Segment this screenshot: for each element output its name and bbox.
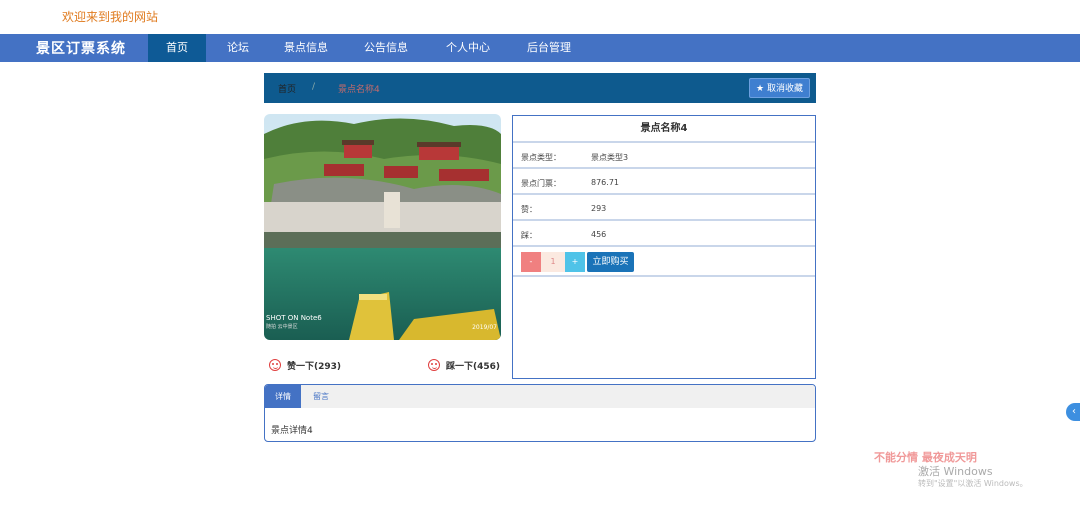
tab-comments[interactable]: 留言 xyxy=(301,385,341,408)
activate-windows-hint: 转到"设置"以激活 Windows。 xyxy=(918,479,1028,488)
smiley-face-icon xyxy=(269,359,281,371)
star-icon: ★ xyxy=(756,84,765,94)
tab-details[interactable]: 详情 xyxy=(265,385,301,408)
breadcrumb-current: 景点名称4 xyxy=(338,85,380,95)
info-key: 景点门票： xyxy=(521,179,561,188)
smiley-face-icon xyxy=(428,359,440,371)
attraction-photo: SHOT ON Note6 随拍 云中景区 2019/07 xyxy=(264,114,501,340)
dislike-label: 踩一下(456) xyxy=(446,361,501,372)
site-brand[interactable]: 景区订票系统 xyxy=(36,38,126,58)
breadcrumb: 首页 / 景点名称4 ★ 取消收藏 xyxy=(264,73,816,103)
attraction-info-panel: 景点名称4 景点类型： 景点类型3 景点门票： 876.71 赞： 293 踩：… xyxy=(512,115,816,379)
info-row-likes: 赞： 293 xyxy=(513,195,815,221)
info-value: 293 xyxy=(591,204,607,213)
purchase-row: - 1 + 立即购买 xyxy=(513,247,815,277)
info-row-type: 景点类型： 景点类型3 xyxy=(513,143,815,169)
info-value: 景点类型3 xyxy=(591,153,629,162)
nav-item-user-center[interactable]: 个人中心 xyxy=(434,34,502,62)
cancel-favorite-button[interactable]: ★ 取消收藏 xyxy=(749,78,810,98)
nav-item-attractions[interactable]: 景点信息 xyxy=(272,34,340,62)
quantity-increase-button[interactable]: + xyxy=(565,252,585,272)
quantity-input[interactable]: 1 xyxy=(541,252,565,272)
nav-item-forum[interactable]: 论坛 xyxy=(212,34,264,62)
photo-caption: SHOT ON Note6 xyxy=(266,314,322,322)
nav-item-announcements[interactable]: 公告信息 xyxy=(352,34,420,62)
like-button[interactable]: 赞一下(293) xyxy=(269,357,341,373)
breadcrumb-separator: / xyxy=(312,82,316,92)
tabs-header: 详情 留言 xyxy=(265,385,815,408)
info-key: 赞： xyxy=(521,205,537,214)
quantity-decrease-button[interactable]: - xyxy=(521,252,541,272)
nav-item-home[interactable]: 首页 xyxy=(148,34,206,62)
nav-item-admin[interactable]: 后台管理 xyxy=(515,34,583,62)
info-row-dislikes: 踩： 456 xyxy=(513,221,815,247)
cancel-favorite-label: 取消收藏 xyxy=(766,84,803,94)
dislike-button[interactable]: 踩一下(456) xyxy=(428,357,500,373)
breadcrumb-home-link[interactable]: 首页 xyxy=(278,82,296,95)
top-navigation: 景区订票系统 首页 论坛 景点信息 公告信息 个人中心 后台管理 xyxy=(0,34,1080,62)
info-value: 876.71 xyxy=(591,178,619,187)
info-key: 景点类型： xyxy=(521,153,561,162)
side-collapse-button[interactable]: ‹ xyxy=(1066,403,1080,421)
info-key: 踩： xyxy=(521,231,537,240)
photo-sub-caption: 随拍 云中景区 xyxy=(266,324,298,330)
info-row-price: 景点门票： 876.71 xyxy=(513,169,815,195)
detail-tabs: 详情 留言 景点详情4 xyxy=(264,384,816,442)
attraction-title: 景点名称4 xyxy=(513,116,815,143)
like-label: 赞一下(293) xyxy=(287,361,342,372)
welcome-text: 欢迎来到我的网站 xyxy=(62,10,159,24)
photo-date: 2019/07 xyxy=(472,324,497,331)
activate-windows-title: 激活 Windows xyxy=(918,465,993,478)
info-value: 456 xyxy=(591,230,607,239)
tab-content: 景点详情4 xyxy=(271,426,313,436)
buy-now-button[interactable]: 立即购买 xyxy=(587,252,634,272)
